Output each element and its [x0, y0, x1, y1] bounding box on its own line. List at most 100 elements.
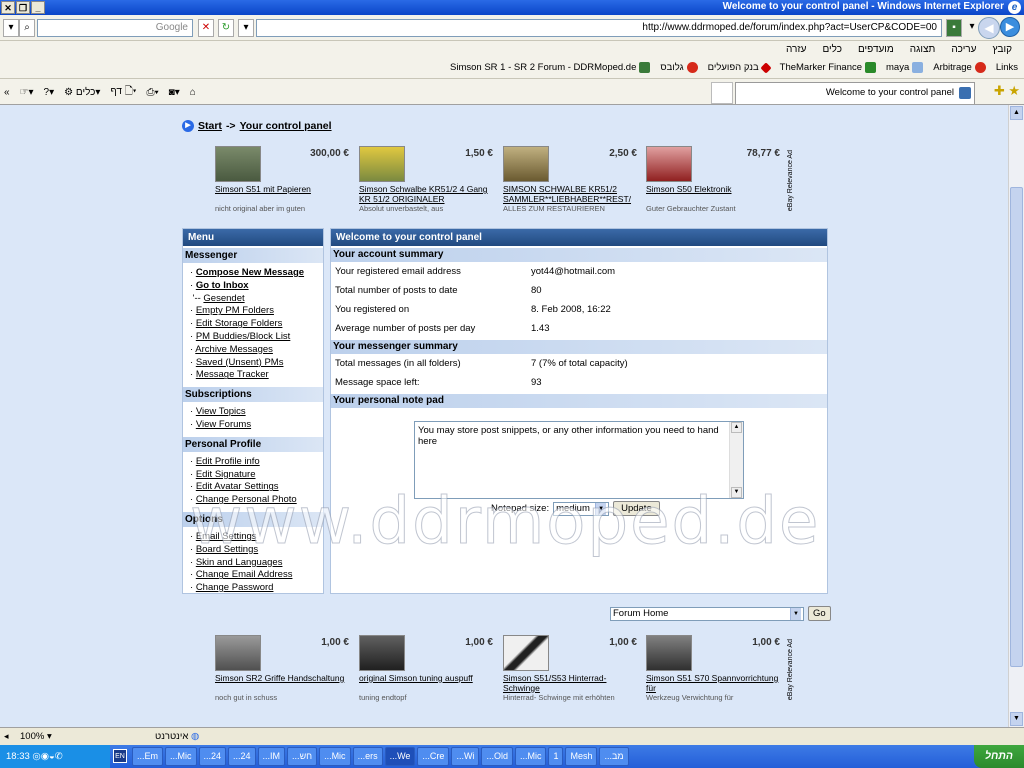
scroll-up-icon[interactable]: ▲ — [1010, 106, 1023, 120]
edit-folders-link[interactable]: Edit Storage Folders — [196, 318, 283, 329]
compose-message-link[interactable]: Compose New Message — [196, 267, 304, 278]
back-icon[interactable]: ◀ — [978, 17, 1000, 39]
address-bar[interactable]: http://www.ddrmoped.de/forum/index.php?a… — [256, 19, 942, 37]
task-button[interactable]: ...Mic — [319, 747, 351, 766]
item-image[interactable] — [646, 146, 692, 182]
refresh-icon[interactable]: ↻ — [218, 19, 234, 37]
stop-icon[interactable]: ✕ — [198, 19, 214, 37]
menu-item[interactable]: · PM Buddies/Block List — [190, 331, 323, 344]
menu-item[interactable]: '-- Gesendet — [190, 293, 323, 306]
item-title[interactable]: original Simson tuning auspuff — [359, 673, 495, 683]
scroll-up-icon[interactable]: ▲ — [731, 422, 742, 433]
link-arbitrage[interactable]: Arbitrage — [933, 62, 986, 73]
favorites-icons[interactable]: ✚ ★ — [994, 83, 1020, 99]
menu-item[interactable]: · Change Email Address — [190, 569, 323, 582]
menu-item[interactable]: · Empty PM Folders — [190, 305, 323, 318]
tools-menu[interactable]: ⚙ כלים▾ — [64, 87, 100, 98]
menu-item[interactable]: · Change Password — [190, 582, 323, 595]
research-icon[interactable]: ☞▾ — [20, 87, 34, 98]
menu-item[interactable]: · View Topics — [190, 406, 323, 419]
task-button[interactable]: ...24 — [228, 747, 256, 766]
search-dropdown-icon[interactable]: ▾ — [3, 19, 19, 37]
forum-jump-select[interactable]: Forum Home ▼ — [610, 606, 804, 621]
tracker-link[interactable]: Message Tracker — [196, 369, 269, 380]
change-password-link[interactable]: Change Password — [196, 582, 274, 593]
help-icon[interactable]: ?▾ — [44, 87, 55, 98]
start-button[interactable]: התחל — [974, 745, 1024, 768]
task-button[interactable]: 1 — [548, 747, 564, 766]
menu-view[interactable]: תצוגה — [910, 44, 936, 55]
chevron-left-icon[interactable]: « — [4, 87, 10, 98]
avatar-settings-link[interactable]: Edit Avatar Settings — [196, 481, 279, 492]
empty-folders-link[interactable]: Empty PM Folders — [196, 305, 274, 316]
item-title[interactable]: Simson SR2 Griffe Handschaltung — [215, 673, 351, 683]
task-button[interactable]: ...Mic — [514, 747, 547, 766]
menu-help[interactable]: עזרה — [786, 44, 806, 55]
menu-item[interactable]: · Edit Signature — [190, 469, 323, 482]
scroll-down-icon[interactable]: ▼ — [1010, 712, 1023, 726]
menu-item[interactable]: · View Forums — [190, 419, 323, 432]
menu-edit[interactable]: עריכה — [951, 44, 976, 55]
item-title[interactable]: SIMSON SCHWALBE KR51/2 SAMMLER**LIEBHABE… — [503, 184, 639, 204]
home-icon[interactable]: ⌂ — [190, 87, 196, 98]
menu-favorites[interactable]: מועדפים — [858, 44, 894, 55]
link-links[interactable]: Links — [996, 62, 1018, 73]
edit-profile-link[interactable]: Edit Profile info — [196, 456, 260, 467]
address-dropdown-icon[interactable]: ▾ — [238, 19, 254, 37]
sent-link[interactable]: Gesendet — [203, 293, 244, 304]
menu-item[interactable]: · Skin and Languages — [190, 557, 323, 570]
item-image[interactable] — [646, 635, 692, 671]
page-menu[interactable]: דף 🗋▾ — [110, 84, 136, 101]
zoom-dropdown-icon[interactable]: ◂ — [4, 731, 9, 742]
inbox-link[interactable]: Go to Inbox — [196, 280, 249, 291]
archive-link[interactable]: Archive Messages — [195, 344, 273, 355]
tab-control-panel[interactable]: Welcome to your control panel — [735, 82, 975, 104]
breadcrumb-current[interactable]: Your control panel — [240, 120, 332, 132]
language-indicator[interactable]: EN — [113, 749, 127, 763]
task-button[interactable]: ...Wi — [451, 747, 480, 766]
item-image[interactable] — [359, 635, 405, 671]
menu-item[interactable]: · Go to Inbox — [190, 280, 323, 293]
ebay-item[interactable]: 78,77 € Simson S50 Elektronik Guter Gebr… — [646, 146, 784, 216]
notepad-textarea[interactable]: You may store post snippets, or any othe… — [414, 421, 744, 499]
menu-tools[interactable]: כלים — [822, 44, 842, 55]
ebay-item[interactable]: 1,00 € original Simson tuning auspuff tu… — [359, 635, 497, 705]
notepad-size-select[interactable]: medium ▼ — [553, 501, 610, 516]
saved-pms-link[interactable]: Saved (Unsent) PMs — [196, 357, 284, 368]
task-button[interactable]: ...24 — [198, 747, 227, 766]
breadcrumb-start[interactable]: Start — [198, 120, 222, 132]
go-button[interactable]: Go — [808, 606, 831, 621]
board-settings-link[interactable]: Board Settings — [196, 544, 258, 555]
item-title[interactable]: Simson Schwalbe KR51/2 4 Gang KR 51/2 OR… — [359, 184, 495, 204]
menu-item[interactable]: · Saved (Unsent) PMs — [190, 357, 323, 370]
ebay-item[interactable]: 1,00 € Simson SR2 Griffe Handschaltung n… — [215, 635, 353, 705]
ebay-item[interactable]: 1,00 € Simson S51/S53 Hinterrad-Schwinge… — [503, 635, 641, 705]
ebay-item[interactable]: 300,00 € Simson S51 mit Papieren nicht o… — [215, 146, 353, 216]
item-title[interactable]: Simson S51 mit Papieren — [215, 184, 351, 194]
menu-item[interactable]: · Board Settings — [190, 544, 323, 557]
task-button[interactable]: ...Mic — [165, 747, 197, 766]
scroll-down-icon[interactable]: ▼ — [731, 487, 742, 498]
menu-item[interactable]: · Edit Avatar Settings — [190, 481, 323, 494]
view-topics-link[interactable]: View Topics — [196, 406, 246, 417]
link-themarker[interactable]: TheMarker Finance — [780, 62, 877, 73]
update-button[interactable]: Update — [613, 501, 660, 516]
item-title[interactable]: Simson S51/S53 Hinterrad-Schwinge — [503, 673, 639, 693]
task-button[interactable]: ...חש — [287, 747, 318, 766]
scroll-thumb[interactable] — [1010, 187, 1023, 667]
menu-item[interactable]: · Email Settings — [190, 531, 323, 544]
print-icon[interactable]: ⎙▾ — [146, 87, 158, 98]
notepad-scrollbar[interactable]: ▲ ▼ — [729, 422, 743, 498]
ebay-item[interactable]: 1,50 € Simson Schwalbe KR51/2 4 Gang KR … — [359, 146, 497, 216]
menu-item[interactable]: · Message Tracker — [190, 369, 323, 382]
tray-icons[interactable]: ◎◉◒✆ — [32, 751, 62, 762]
link-maya[interactable]: maya — [886, 62, 924, 73]
close-icon[interactable]: ✕ — [1, 1, 15, 14]
forward-icon[interactable]: ▶ — [1000, 17, 1020, 37]
search-input[interactable]: Google — [37, 19, 193, 37]
task-button[interactable]: ...ers — [352, 747, 383, 766]
menu-item[interactable]: · Edit Storage Folders — [190, 318, 323, 331]
item-title[interactable]: Simson S50 Elektronik — [646, 184, 782, 194]
edit-signature-link[interactable]: Edit Signature — [196, 469, 256, 480]
buddies-link[interactable]: PM Buddies/Block List — [196, 331, 291, 342]
